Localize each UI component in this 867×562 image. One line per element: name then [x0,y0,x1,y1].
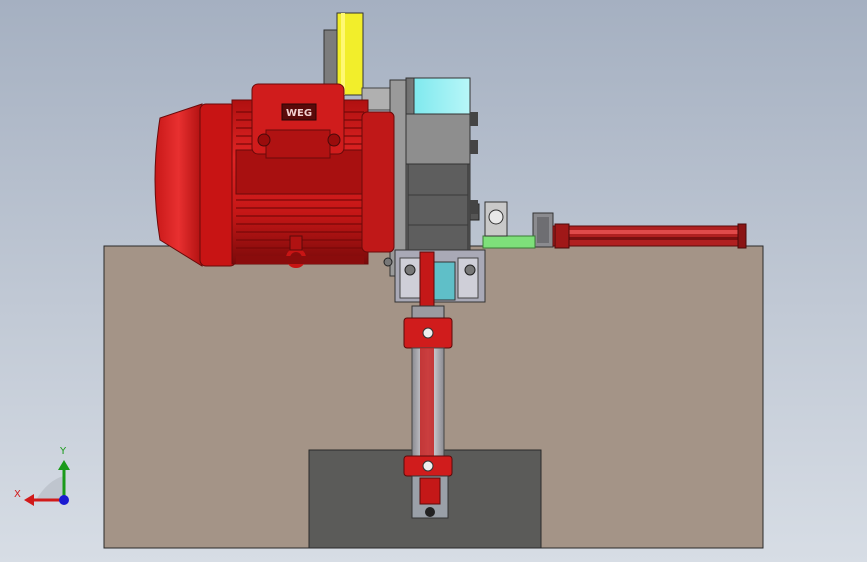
electric-motor[interactable]: WEG [154,83,395,268]
linear-rail[interactable] [532,212,747,249]
cad-viewport[interactable]: WEG Y X [0,0,867,562]
coordinate-triad: Y X [14,446,70,506]
belt[interactable] [323,12,364,96]
x-axis-label: X [14,489,21,500]
triad-plane [36,476,64,500]
gearbox[interactable] [405,77,478,251]
motor-brand-logo: WEG [286,108,312,119]
y-axis-label: Y [59,446,67,457]
z-axis-dot [59,495,69,505]
green-bracket[interactable] [468,201,536,249]
